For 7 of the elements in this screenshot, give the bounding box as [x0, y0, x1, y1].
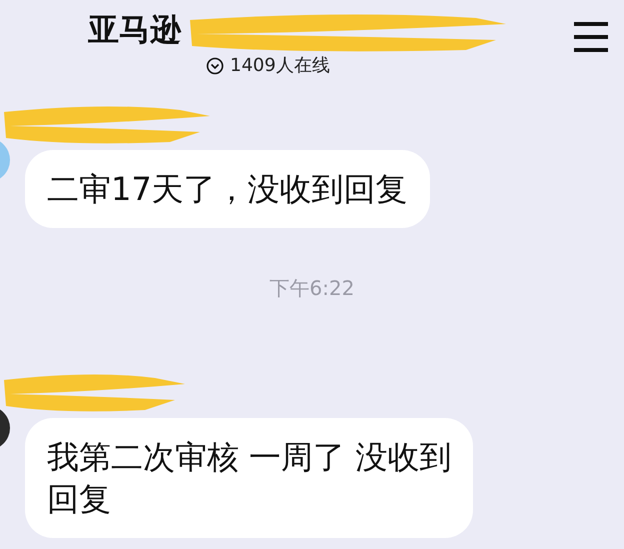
menu-icon[interactable] [574, 22, 608, 52]
message-text: 我第二次审核 一周了 没收到 回复 [47, 437, 452, 520]
timestamp: 下午6:22 [270, 275, 354, 302]
online-count: 1409人在线 [230, 56, 330, 76]
chat-title: 亚马逊 [88, 12, 182, 48]
message-text: 二审17天了，没收到回复 [47, 169, 408, 210]
chevron-down-icon[interactable] [206, 57, 224, 75]
